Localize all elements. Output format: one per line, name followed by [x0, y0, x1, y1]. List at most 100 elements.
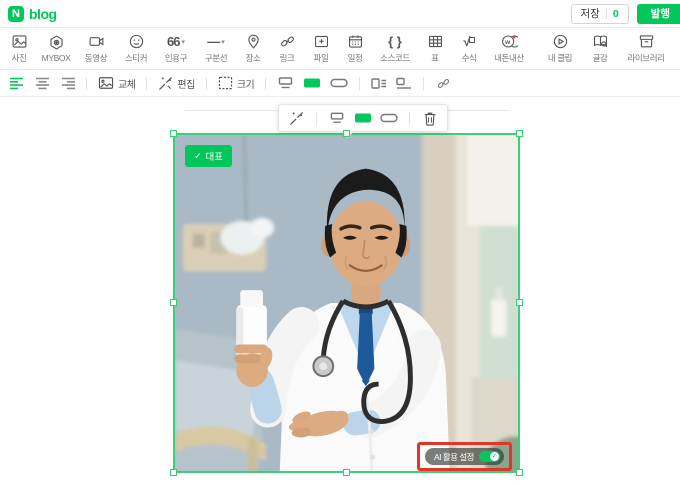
- width-document-button[interactable]: [274, 72, 297, 94]
- replace-image-button[interactable]: 교체: [95, 72, 138, 94]
- width-fit-icon: [303, 77, 321, 89]
- toggle-on-icon[interactable]: ✓: [479, 451, 500, 462]
- toolbar-photo-button[interactable]: 사진: [2, 29, 36, 69]
- toolbar-item-label: 수식: [462, 52, 477, 64]
- library-box-icon: [638, 33, 655, 50]
- edit-image-button[interactable]: 편집: [155, 72, 197, 94]
- width-wide-icon: [380, 112, 398, 124]
- toolbar-material-button[interactable]: 글감: [580, 29, 620, 69]
- link-chain-icon: [279, 33, 296, 50]
- width-wide-button[interactable]: [327, 72, 351, 94]
- toolbar-formula-button[interactable]: √ 수식: [452, 29, 486, 69]
- toolbar-library-button[interactable]: 라이브러리: [620, 29, 672, 69]
- image-floating-toolbar: [278, 104, 448, 132]
- resize-handle-n[interactable]: [343, 130, 350, 137]
- align-left-icon: [10, 77, 25, 90]
- toolbar-item-label: 라이브러리: [627, 52, 664, 64]
- ai-toggle-highlight-box: AI 활용 설정 ✓: [417, 442, 512, 471]
- wrap-text-side-button[interactable]: [368, 72, 390, 94]
- representative-badge: ✓ 대표: [185, 145, 232, 167]
- resize-image-button[interactable]: 크기: [215, 72, 257, 94]
- align-right-icon: [60, 77, 75, 90]
- toolbar-item-label: 글감: [593, 52, 608, 64]
- video-camera-icon: [88, 33, 105, 50]
- toolbar-item-label: 동영상: [85, 52, 107, 64]
- toolbar-myclip-button[interactable]: 내 클립: [540, 29, 580, 69]
- resize-handle-e[interactable]: [516, 299, 523, 306]
- toolbar-link-button[interactable]: 링크: [270, 29, 304, 69]
- align-right-button[interactable]: [56, 72, 78, 94]
- toolbar-file-button[interactable]: 파일: [304, 29, 338, 69]
- resize-handle-ne[interactable]: [516, 130, 523, 137]
- resize-handle-se[interactable]: [516, 469, 523, 476]
- location-pin-icon: [245, 33, 262, 50]
- toolbar-table-button[interactable]: 표: [418, 29, 452, 69]
- toolbar-item-label: 일정: [348, 52, 363, 64]
- resize-handle-sw[interactable]: [170, 469, 177, 476]
- publish-button[interactable]: 발행: [637, 4, 680, 24]
- selected-image[interactable]: ✓ 대표 AI 활용 설정 ✓: [173, 133, 520, 473]
- spent-my-money-icon: w: [500, 33, 518, 50]
- ai-usage-setting-toggle[interactable]: AI 활용 설정 ✓: [425, 448, 504, 465]
- toolbar-item-label: 인용구: [165, 52, 187, 64]
- doctor-photo: [175, 135, 518, 471]
- toolbar-quote-button[interactable]: 66▾ 인용구: [156, 29, 196, 69]
- resize-handle-s[interactable]: [343, 469, 350, 476]
- editor-canvas[interactable]: ✓ 대표 AI 활용 설정 ✓: [0, 97, 680, 484]
- naver-logo-icon: N: [8, 6, 24, 22]
- replace-image-icon: [98, 76, 114, 90]
- toolbar-sourcecode-button[interactable]: { } 소스코드: [372, 29, 418, 69]
- size-label: 크기: [237, 76, 254, 91]
- float-width-wide-button[interactable]: [378, 107, 400, 129]
- toolbar-separator: [409, 112, 410, 125]
- toolbar-item-label: 구분선: [205, 52, 227, 64]
- toolbar-item-label: 장소: [246, 52, 261, 64]
- edit-label: 편집: [177, 76, 194, 91]
- align-center-button[interactable]: [31, 72, 53, 94]
- align-left-button[interactable]: [6, 72, 28, 94]
- toolbar-separator: [86, 77, 87, 90]
- width-fit-button[interactable]: [300, 72, 324, 94]
- width-document-icon: [277, 77, 294, 89]
- delete-image-button[interactable]: [419, 107, 441, 129]
- toolbar-separator: [423, 77, 424, 90]
- width-wide-icon: [330, 77, 348, 89]
- toolbar-mybox-button[interactable]: MYBOX: [36, 29, 76, 69]
- mybox-icon: [48, 34, 65, 51]
- float-edit-button[interactable]: [285, 107, 307, 129]
- resize-handle-nw[interactable]: [170, 130, 177, 137]
- dropdown-caret-icon: ▾: [221, 38, 225, 46]
- toolbar-separator: [146, 77, 147, 90]
- insert-toolbar: 사진 MYBOX 동영상 스티커 66▾ 인용구: [0, 28, 680, 70]
- toolbar-schedule-button[interactable]: 일정: [338, 29, 372, 69]
- wrap-text-side-icon: [371, 77, 387, 90]
- naver-blog-logo[interactable]: N blog: [8, 6, 57, 22]
- toolbar-item-label: 링크: [280, 52, 295, 64]
- toolbar-item-label: 내 클립: [548, 52, 572, 64]
- toolbar-item-label: 내돈내산: [494, 52, 524, 64]
- toolbar-divider-button[interactable]: —▾ 구분선: [196, 29, 236, 69]
- toolbar-item-label: 파일: [314, 52, 329, 64]
- toolbar-video-button[interactable]: 동영상: [76, 29, 116, 69]
- image-link-button[interactable]: [432, 72, 454, 94]
- resize-handle-w[interactable]: [170, 299, 177, 306]
- save-button[interactable]: 저장 0: [571, 4, 629, 24]
- toolbar-money-button[interactable]: w 내돈내산: [486, 29, 532, 69]
- float-width-document-button[interactable]: [326, 107, 348, 129]
- toolbar-sticker-button[interactable]: 스티커: [116, 29, 156, 69]
- toolbar-place-button[interactable]: 장소: [236, 29, 270, 69]
- formula-sqrt-icon: √: [463, 33, 474, 50]
- save-count: 0: [613, 8, 619, 20]
- wrap-text-below-button[interactable]: [393, 72, 415, 94]
- representative-label: 대표: [206, 149, 223, 163]
- align-center-icon: [35, 77, 50, 90]
- toolbar-separator: [359, 77, 360, 90]
- toolbar-item-label: 사진: [12, 52, 27, 64]
- save-divider: [606, 9, 607, 19]
- toolbar-separator: [316, 112, 317, 125]
- float-width-fit-button[interactable]: [352, 107, 374, 129]
- quotation-icon: 66▾: [167, 33, 185, 50]
- save-label: 저장: [581, 6, 600, 21]
- toolbar-item-label: 스티커: [125, 52, 147, 64]
- topbar: N blog 저장 0 발행: [0, 0, 680, 28]
